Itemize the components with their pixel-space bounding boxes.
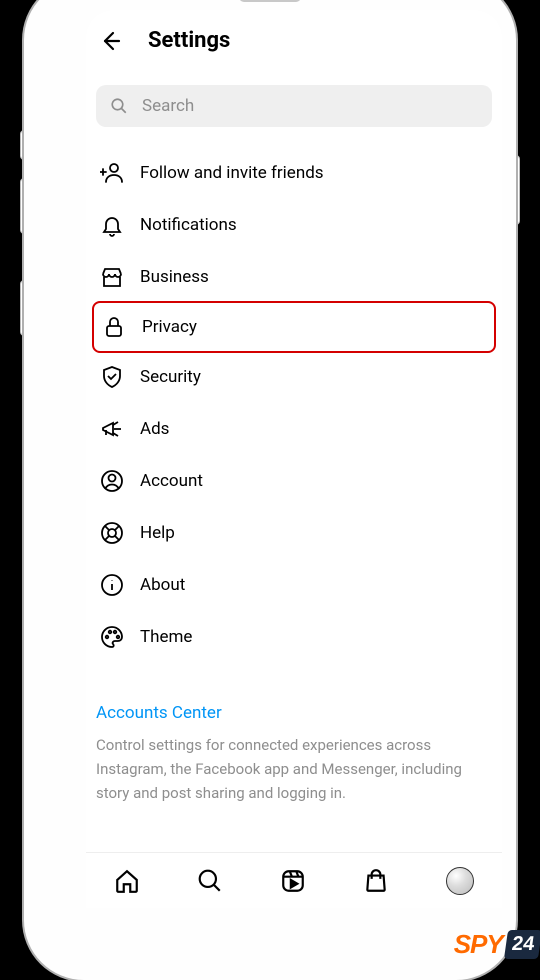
info-icon	[100, 573, 124, 597]
person-add-icon	[100, 161, 124, 185]
menu-item-notifications[interactable]: Notifications	[96, 199, 492, 251]
lifebuoy-icon	[100, 521, 124, 545]
phone-speaker-notch	[239, 0, 301, 2]
storefront-icon	[100, 265, 124, 289]
reels-icon[interactable]	[280, 868, 306, 894]
watermark-logo: SPY 24	[454, 929, 540, 960]
megaphone-icon	[100, 417, 124, 441]
menu-label: Account	[140, 471, 203, 491]
search-placeholder: Search	[142, 96, 194, 116]
menu-label: Privacy	[142, 317, 197, 337]
menu-item-business[interactable]: Business	[96, 251, 492, 303]
back-arrow-icon[interactable]	[98, 29, 122, 53]
watermark-text-spy: SPY	[454, 929, 503, 960]
menu-label: Theme	[140, 627, 192, 647]
palette-icon	[100, 625, 124, 649]
bell-icon	[100, 213, 124, 237]
search-input[interactable]: Search	[96, 85, 492, 127]
menu-item-help[interactable]: Help	[96, 507, 492, 559]
menu-item-security[interactable]: Security	[96, 351, 492, 403]
app-screen: Settings Search Follow and invite friend…	[86, 10, 502, 908]
menu-item-about[interactable]: About	[96, 559, 492, 611]
profile-avatar[interactable]	[446, 867, 474, 895]
lock-icon	[102, 315, 126, 339]
menu-label: Help	[140, 523, 175, 543]
accounts-center-section: Accounts Center Control settings for con…	[86, 663, 502, 805]
shop-icon[interactable]	[363, 868, 389, 894]
watermark-text-24: 24	[504, 930, 540, 959]
accounts-center-link[interactable]: Accounts Center	[96, 703, 492, 723]
menu-label: Ads	[140, 419, 169, 439]
menu-item-ads[interactable]: Ads	[96, 403, 492, 455]
accounts-center-description: Control settings for connected experienc…	[96, 733, 492, 805]
search-nav-icon[interactable]	[197, 868, 223, 894]
bottom-nav-bar	[86, 852, 502, 908]
page-title: Settings	[148, 28, 230, 53]
phone-frame: Settings Search Follow and invite friend…	[24, 0, 516, 980]
menu-item-account[interactable]: Account	[96, 455, 492, 507]
menu-label: Follow and invite friends	[140, 163, 324, 183]
settings-menu: Follow and invite friends Notifications …	[86, 147, 502, 663]
home-icon[interactable]	[114, 868, 140, 894]
search-icon	[110, 97, 128, 115]
menu-item-theme[interactable]: Theme	[96, 611, 492, 663]
menu-label: Business	[140, 267, 209, 287]
menu-label: Security	[140, 367, 201, 387]
header-bar: Settings	[86, 10, 502, 67]
user-circle-icon	[100, 469, 124, 493]
menu-item-privacy[interactable]: Privacy	[92, 301, 496, 353]
menu-item-follow-invite[interactable]: Follow and invite friends	[96, 147, 492, 199]
menu-label: About	[140, 575, 185, 595]
shield-check-icon	[100, 365, 124, 389]
menu-label: Notifications	[140, 215, 237, 235]
